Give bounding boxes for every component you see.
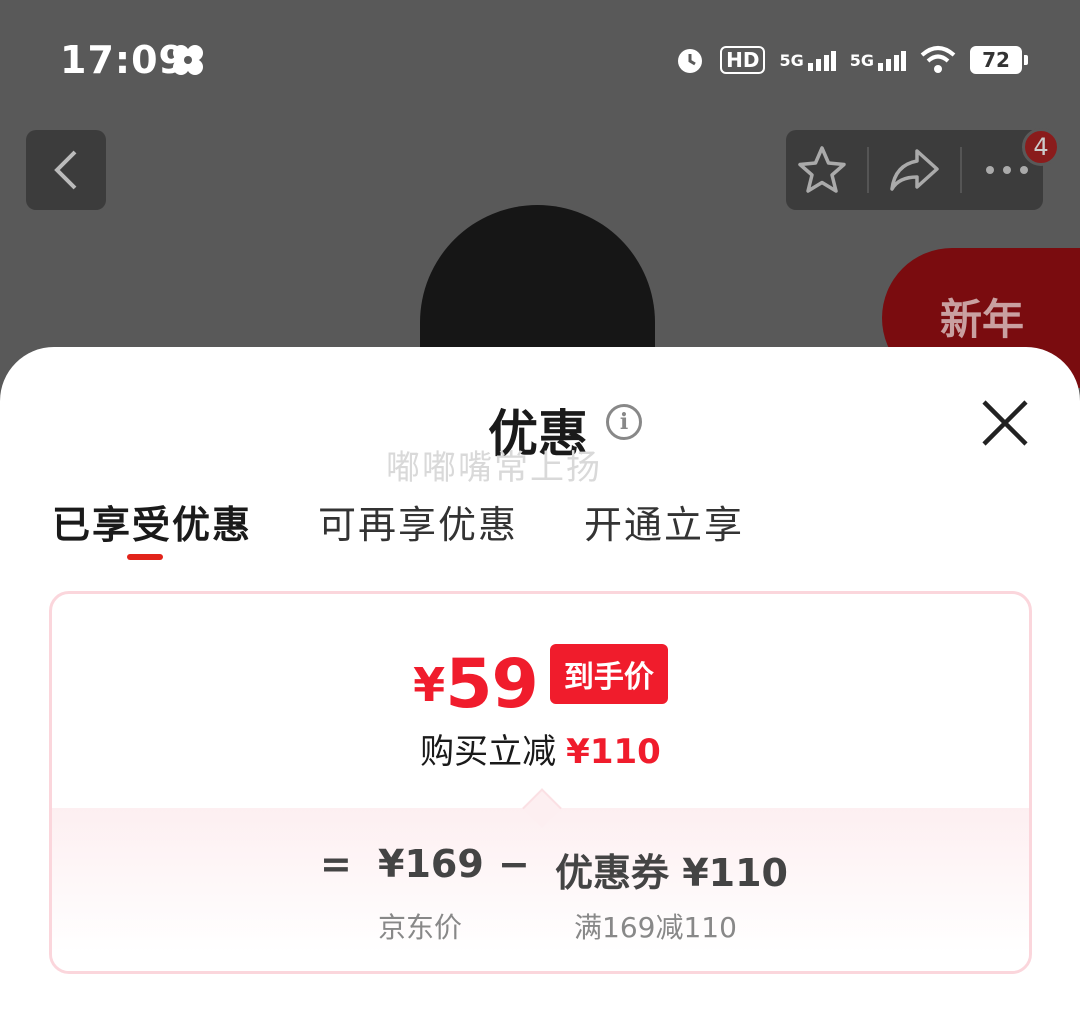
signal-5g-icon-2: 5G [850, 49, 906, 71]
share-icon[interactable] [887, 143, 941, 197]
close-icon[interactable] [978, 396, 1032, 450]
network-label-2: 5G [849, 50, 874, 70]
top-action-group [786, 130, 1043, 210]
jd-price: ¥169 [378, 842, 484, 886]
tab-activate-enjoy[interactable]: 开通立享 [584, 494, 744, 549]
discount-summary: 购买立减 ¥110 [52, 724, 1029, 773]
coupon-rule: 满169减110 [574, 911, 737, 944]
battery-indicator: 72 [970, 46, 1028, 74]
equals-sign: = [320, 842, 352, 886]
status-bar: 17:09 HD 5G 5G 72 [0, 0, 1080, 120]
info-icon[interactable]: i [606, 404, 642, 440]
card-bottom-section [52, 808, 1029, 971]
currency-symbol: ¥ [413, 658, 446, 712]
tab-more-discounts[interactable]: 可再享优惠 [318, 494, 518, 549]
status-time: 17:09 [60, 38, 186, 82]
promo-text: 新年 [940, 295, 1025, 344]
fan-icon [173, 45, 203, 75]
final-price-tag: 到手价 [549, 644, 668, 704]
signal-bars-icon [807, 51, 836, 71]
watermark: 嘟嘟嘴常上扬 [386, 448, 602, 488]
alarm-icon [678, 49, 703, 73]
network-label-1: 5G [779, 50, 804, 70]
notification-badge: 4 [1022, 128, 1060, 166]
hd-icon: HD [720, 46, 766, 74]
wifi-icon [920, 46, 956, 73]
discount-label: 购买立减 [420, 732, 557, 772]
final-price: 59 [445, 645, 539, 724]
divider [959, 147, 962, 193]
jd-price-label: 京东价 [378, 911, 463, 944]
tab-bar: 已享受优惠 可再享优惠 开通立享 [0, 494, 1080, 564]
final-price-row: ¥59 到手价 [52, 644, 1029, 724]
discount-amount: ¥110 [566, 732, 661, 772]
tab-active-indicator [127, 554, 163, 560]
chevron-left-icon [54, 150, 77, 190]
coupon-amount: 优惠券 ¥110 [555, 851, 788, 895]
signal-5g-icon-1: 5G [779, 49, 836, 71]
tab-enjoyed-discounts[interactable]: 已享受优惠 [52, 494, 252, 549]
price-breakdown-card: ¥59 到手价 购买立减 ¥110 = ¥169 − 优惠券 ¥110 京东价 满1… [49, 591, 1032, 974]
minus-sign: − [498, 842, 530, 886]
back-button[interactable] [26, 130, 106, 210]
star-icon[interactable] [795, 143, 849, 197]
divider [867, 147, 870, 193]
signal-bars-icon [878, 51, 906, 71]
